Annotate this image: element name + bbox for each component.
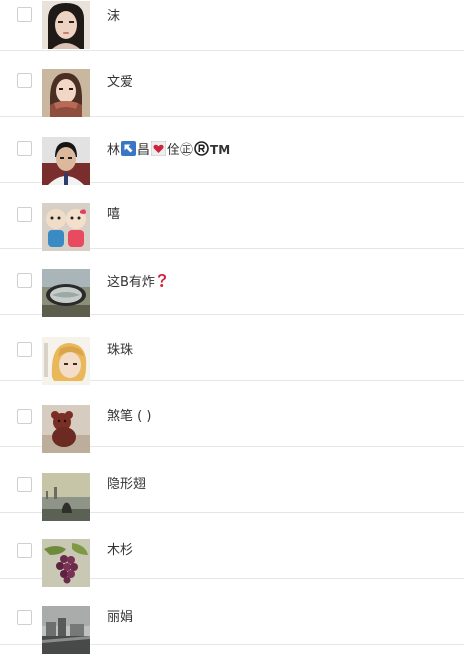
name-text: 木杉 — [107, 543, 134, 558]
contact-row[interactable]: 丽娟 — [0, 579, 464, 654]
contact-name: 这B有炸 — [107, 273, 169, 293]
select-checkbox[interactable] — [17, 342, 32, 357]
contact-row[interactable]: 林 昌 佺㊣ TM — [0, 117, 464, 185]
contact-name: 文爱 — [107, 75, 133, 91]
select-checkbox[interactable] — [17, 477, 32, 492]
select-checkbox[interactable] — [17, 610, 32, 625]
contact-name: 嘻 — [107, 207, 120, 223]
contact-name: 煞笔 ( ) — [107, 409, 151, 425]
blonde-girl-icon — [42, 337, 90, 385]
name-text: 煞笔 ( ) — [107, 409, 152, 424]
teddy-bear-icon — [42, 405, 90, 453]
contact-row[interactable]: 沫 — [0, 0, 464, 51]
girl-scarf-icon — [42, 69, 90, 117]
contact-name: 林 昌 佺㊣ TM — [107, 140, 231, 161]
name-text: 昌 — [137, 143, 151, 158]
contact-row[interactable]: 这B有炸 — [0, 249, 464, 317]
contact-list: 沫 文爱 林 昌 佺㊣ TM 嘻 这B有炸 珠珠 煞笔 () 隐形翅 木杉 丽… — [0, 0, 464, 669]
contact-name: 隐形翅 — [107, 477, 146, 493]
contact-name: 丽娟 — [107, 610, 133, 626]
name-text: 文爱 — [107, 75, 134, 90]
contact-row[interactable]: 文爱 — [0, 51, 464, 117]
name-text: 佺㊣ — [167, 143, 194, 158]
name-text: 珠珠 — [107, 343, 134, 358]
select-checkbox[interactable] — [17, 141, 32, 156]
name-text: 隐形翅 — [107, 477, 147, 492]
select-checkbox[interactable] — [17, 543, 32, 558]
town-view-icon — [42, 606, 90, 654]
select-checkbox[interactable] — [17, 273, 32, 288]
select-checkbox[interactable] — [17, 207, 32, 222]
name-text: 沫 — [107, 9, 121, 24]
registered-emoji — [194, 141, 209, 161]
contact-row[interactable]: 珠珠 — [0, 315, 464, 385]
arrow-upper-left-emoji — [121, 141, 137, 161]
select-checkbox[interactable] — [17, 409, 32, 424]
name-text: 嘻 — [107, 207, 121, 222]
contact-name: 沫 — [107, 9, 120, 25]
contact-row[interactable]: 隐形翅 — [0, 447, 464, 521]
name-text: TM — [210, 143, 231, 157]
contact-name: 珠珠 — [107, 343, 133, 359]
select-checkbox[interactable] — [17, 7, 32, 22]
girl-portrait-icon — [42, 1, 90, 49]
car-mirror-icon — [42, 269, 90, 317]
contact-name: 木杉 — [107, 543, 133, 559]
heart-emoji — [150, 140, 167, 161]
dolls-icon — [42, 203, 90, 251]
contact-row[interactable]: 嘻 — [0, 183, 464, 251]
name-text: 丽娟 — [107, 610, 134, 625]
contact-row[interactable]: 煞笔 ( ) — [0, 381, 464, 453]
select-checkbox[interactable] — [17, 73, 32, 88]
question-mark-emoji — [156, 273, 168, 293]
boy-portrait-icon — [42, 137, 90, 185]
name-text: 这B有炸 — [107, 275, 155, 290]
contact-row[interactable]: 木杉 — [0, 513, 464, 587]
name-text: 林 — [107, 143, 121, 158]
